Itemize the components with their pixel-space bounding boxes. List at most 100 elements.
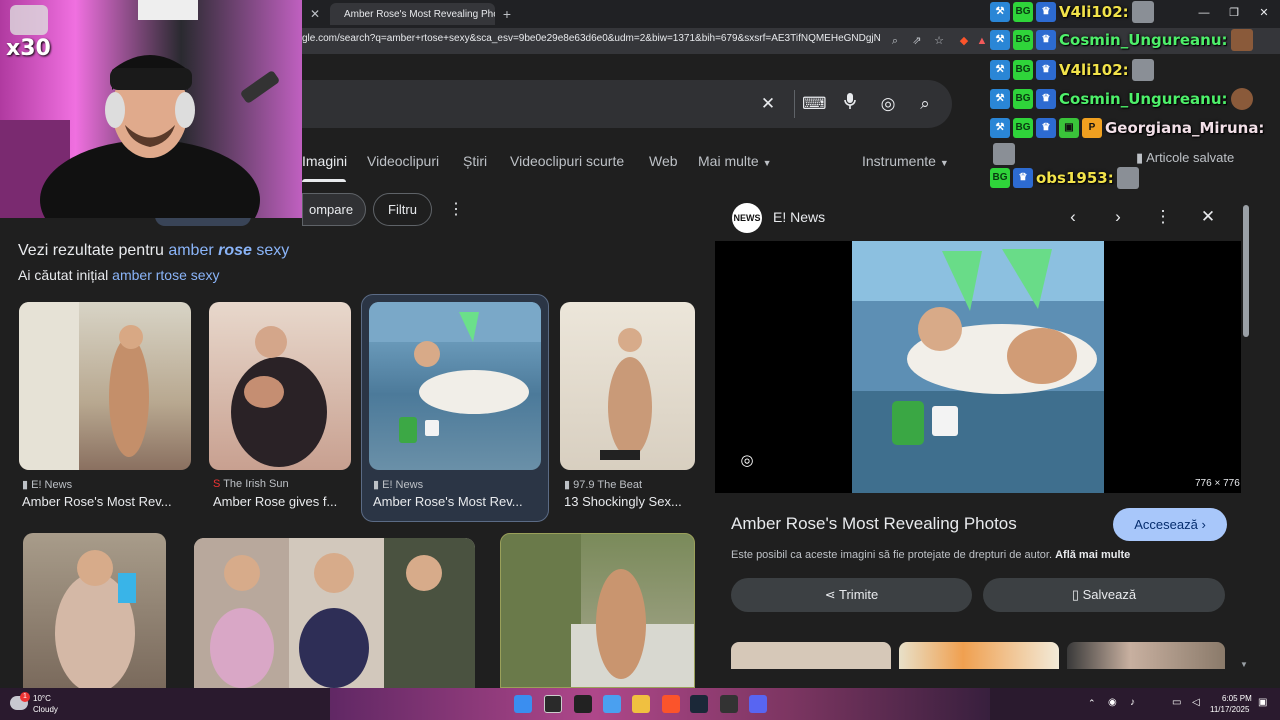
mic-icon[interactable] — [838, 92, 862, 116]
clock-time[interactable]: 6:05 PM — [1222, 694, 1252, 703]
tab-web[interactable]: Web — [649, 153, 678, 173]
scroll-down-icon[interactable]: ▼ — [1240, 660, 1248, 669]
emote-image — [1230, 88, 1253, 110]
chip-filter[interactable]: Filtru — [373, 193, 432, 226]
share-icon[interactable]: ⇗ — [908, 32, 926, 50]
url-input[interactable]: gle.com/search?q=amber+rtose+sexy&sca_es… — [302, 33, 880, 49]
share-button[interactable]: ⋖ Trimite — [731, 578, 972, 612]
folder-icon[interactable] — [632, 695, 650, 713]
volume-icon[interactable]: ♪ — [1130, 697, 1135, 708]
windows-start-icon[interactable] — [514, 695, 532, 713]
more-options-icon[interactable]: ⋮ — [448, 199, 464, 221]
chevron-right-icon[interactable]: › — [1106, 205, 1130, 229]
brave-icon[interactable] — [662, 695, 680, 713]
original-prefix: Ai căutat inițial — [18, 267, 113, 283]
related-image[interactable] — [899, 642, 1059, 669]
tier-badge-icon: BG — [990, 168, 1010, 188]
related-image[interactable] — [731, 642, 891, 669]
tab-more[interactable]: Mai multe ▼ — [698, 153, 772, 173]
pin-badge-icon: ⚒ — [990, 2, 1010, 22]
display-icon[interactable]: ▭ — [1172, 697, 1181, 708]
tab-news[interactable]: Știri — [463, 153, 487, 173]
visit-button[interactable]: Accesează › — [1113, 508, 1227, 541]
chevron-left-icon[interactable]: ‹ — [1061, 205, 1085, 229]
corrected-query-link[interactable]: amber rose sexy — [168, 242, 289, 259]
tab-short-videos[interactable]: Videoclipuri scurte — [510, 153, 624, 173]
tab-videos[interactable]: Videoclipuri — [367, 153, 439, 173]
result-title[interactable]: Amber Rose's Most Rev... — [373, 494, 538, 509]
weather-desc[interactable]: Cloudy — [33, 705, 58, 714]
maximize-icon[interactable]: ❐ — [1223, 4, 1245, 22]
tier-badge-icon: BG — [1013, 89, 1033, 109]
result-source-label: 97.9 The Beat — [573, 479, 643, 491]
store-icon[interactable] — [603, 695, 621, 713]
saved-articles-label: Articole salvate — [1146, 150, 1235, 165]
minimize-icon[interactable]: — — [1193, 4, 1215, 22]
original-query-link[interactable]: amber rtose sexy — [112, 267, 219, 283]
divider — [794, 90, 795, 118]
result-title[interactable]: 13 Shockingly Sex... — [564, 494, 692, 509]
terminal-icon[interactable] — [720, 695, 738, 713]
wifi-icon[interactable]: ◉ — [1108, 697, 1117, 708]
speaker-icon[interactable]: ◁ — [1192, 697, 1200, 708]
lens-icon[interactable]: ◎ — [876, 92, 900, 116]
result-image[interactable] — [209, 302, 351, 470]
result-image[interactable] — [369, 302, 541, 470]
clear-icon[interactable]: ✕ — [756, 92, 780, 116]
close-window-icon[interactable]: ✕ — [1253, 4, 1275, 22]
chat-message: ⚒ BG ♛ ▣ P Georgiana_Miruna: — [990, 116, 1264, 140]
panel-title[interactable]: Amber Rose's Most Revealing Photos — [731, 514, 1017, 534]
learn-more-link[interactable]: Află mai multe — [1055, 549, 1130, 561]
brave-rewards-icon[interactable]: ▲ — [973, 32, 991, 50]
result-image[interactable] — [560, 302, 695, 470]
close-tab-icon[interactable]: ✕ — [306, 5, 324, 23]
result-image[interactable] — [194, 538, 475, 688]
lens-search-icon[interactable]: ◎ — [736, 450, 758, 472]
panel-scrollbar[interactable] — [1243, 205, 1249, 337]
related-image[interactable] — [1067, 642, 1225, 669]
result-image[interactable] — [500, 533, 695, 688]
more-vert-icon[interactable]: ⋮ — [1151, 205, 1175, 229]
result-source-label: E! News — [31, 479, 73, 491]
zoom-icon[interactable]: ⌕ — [886, 32, 904, 50]
search-icon[interactable]: ⌕ — [913, 92, 937, 116]
new-tab-icon[interactable]: + — [498, 5, 516, 23]
chip-compare[interactable]: ompare — [302, 193, 366, 226]
chat-username: obs1953: — [1036, 169, 1114, 187]
pin-badge-icon: ⚒ — [990, 89, 1010, 109]
result-image[interactable] — [23, 533, 166, 688]
browser-tab[interactable]: Amber Rose's Most Revealing Photos — [330, 3, 495, 25]
emote-image — [1131, 1, 1154, 23]
app-icon[interactable] — [574, 695, 592, 713]
bookmark-icon: ▯ — [1071, 587, 1083, 602]
discord-icon[interactable] — [749, 695, 767, 713]
bookmark-icon: ▮ — [1136, 150, 1147, 165]
close-icon[interactable]: ✕ — [1196, 205, 1220, 229]
result-image[interactable] — [19, 302, 191, 470]
tab-tools[interactable]: Instrumente ▼ — [862, 153, 949, 173]
result-title[interactable]: Amber Rose gives f... — [213, 494, 348, 509]
task-view-icon[interactable] — [544, 695, 562, 713]
emote-image — [1131, 59, 1154, 81]
result-source-label: The Irish Sun — [223, 478, 289, 490]
weather-temp[interactable]: 10°C — [33, 694, 51, 703]
result-title[interactable]: Amber Rose's Most Rev... — [22, 494, 187, 509]
result-source: ▮ E! News — [373, 478, 423, 491]
chat-message: BG ♛ obs1953: — [990, 166, 1139, 190]
star-icon[interactable]: ☆ — [930, 32, 948, 50]
chat-message: ⚒ BG ♛ Cosmin_Ungureanu: — [990, 87, 1253, 111]
chevron-right-icon: › — [1201, 517, 1206, 532]
save-button[interactable]: ▯ Salvează — [983, 578, 1225, 612]
tab-images[interactable]: Imagini — [302, 153, 347, 173]
clock-date[interactable]: 11/17/2025 — [1210, 705, 1249, 714]
preview-image[interactable] — [852, 241, 1104, 493]
panel-source[interactable]: E! News — [773, 209, 825, 225]
steam-icon[interactable] — [690, 695, 708, 713]
keyboard-icon[interactable]: ⌨ — [802, 92, 827, 116]
chevron-up-icon[interactable]: ⌃ — [1088, 698, 1096, 709]
brave-shield-icon[interactable]: ◆ — [955, 32, 973, 50]
saved-articles-link[interactable]: ▮ Articole salvate — [1136, 150, 1234, 166]
original-query-line: Ai căutat inițial amber rtose sexy — [18, 267, 220, 283]
notifications-icon[interactable]: ▣ — [1258, 697, 1267, 708]
correction-prefix: Vezi rezultate pentru — [18, 242, 169, 259]
